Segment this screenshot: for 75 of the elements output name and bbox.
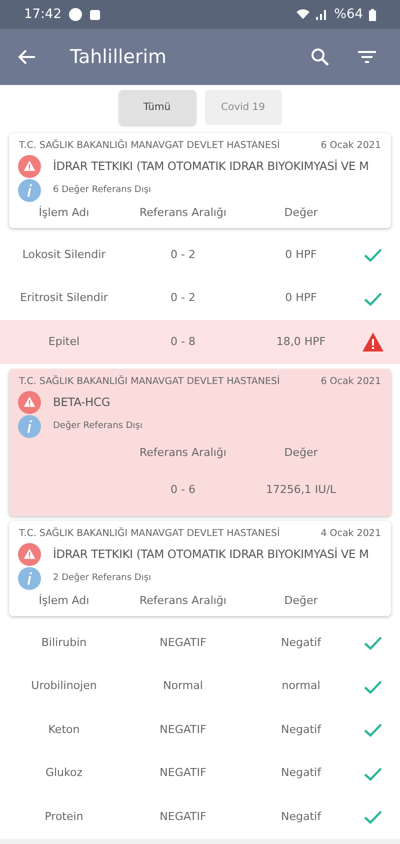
result-card[interactable]: T.C. SAĞLIK BAKANLIĞI MANAVGAT DEVLET HASTANESİ 6 Ocak 2021 İDRAR TETKIKI (TAM OTOMATIK IDRAR BIYOKIMYASİ VE M 6 Değer Referans Dışı İşlem Adı Referans Aralığı Değer xyxy=(9,133,391,228)
reference-range: NEGATIF xyxy=(160,765,206,782)
warning-icon xyxy=(18,543,41,566)
result-value: Negatif xyxy=(281,634,321,651)
out-of-range-summary: Değer Referans Dışı xyxy=(53,420,142,433)
result-value: 17256,1 IU/L xyxy=(266,482,336,498)
test-name: Protein xyxy=(44,808,84,825)
reference-range: 0 - 2 xyxy=(170,246,196,263)
battery-icon xyxy=(369,8,376,20)
test-name: Epitel xyxy=(48,334,80,350)
test-title: BETA-HCG xyxy=(53,394,110,411)
result-value: Negatif xyxy=(281,765,321,782)
warning-icon xyxy=(362,332,384,352)
back-arrow-icon[interactable] xyxy=(18,49,36,65)
test-name: Eritrosit Silendir xyxy=(20,290,108,306)
reference-range: NEGATIF xyxy=(160,722,206,738)
result-value: 0 HPF xyxy=(285,246,317,263)
reference-range: 0 - 8 xyxy=(170,334,196,350)
filter-icon[interactable] xyxy=(358,50,376,64)
battery-percent: %64 xyxy=(334,6,363,24)
result-date: 6 Ocak 2021 xyxy=(320,374,381,389)
check-icon xyxy=(363,678,383,694)
test-name: Lokosit Silendir xyxy=(22,246,106,263)
reference-range: NEGATIF xyxy=(160,634,206,651)
info-icon xyxy=(18,415,41,438)
check-icon xyxy=(363,722,383,738)
result-row[interactable]: Epitel 0 - 8 18,0 HPF xyxy=(0,320,400,364)
reference-range: 0 - 6 xyxy=(170,482,196,498)
check-icon xyxy=(363,247,383,263)
clock: 17:42 xyxy=(24,6,62,24)
check-icon xyxy=(363,766,383,782)
check-icon xyxy=(363,809,383,825)
column-header: Referans Aralığı xyxy=(140,444,226,461)
out-of-range-summary: 2 Değer Referans Dışı xyxy=(53,572,152,585)
column-header: İşlem Adı xyxy=(38,205,90,221)
column-header: Referans Aralığı xyxy=(140,593,226,609)
filter-tab[interactable]: Covid 19 xyxy=(204,90,282,125)
result-date: 6 Ocak 2021 xyxy=(320,139,381,153)
info-icon xyxy=(18,179,41,202)
test-name: Keton xyxy=(48,722,80,738)
result-date: 4 Ocak 2021 xyxy=(320,527,381,541)
result-value: 0 HPF xyxy=(285,290,317,306)
signal-icon xyxy=(316,9,328,20)
column-header: Referans Aralığı xyxy=(140,205,226,221)
result-card[interactable]: T.C. SAĞLIK BAKANLIĞI MANAVGAT DEVLET HASTANESİ 4 Ocak 2021 İDRAR TETKIKI (TAM OTOMATIK IDRAR BIYOKIMYASİ VE M 2 Değer Referans Dışı İşlem Adı Referans Aralığı Değer xyxy=(9,521,391,616)
reference-range: Normal xyxy=(163,678,203,694)
test-title: İDRAR TETKIKI (TAM OTOMATIK IDRAR BIYOKIMYASİ VE M xyxy=(53,546,369,564)
info-icon xyxy=(18,567,41,590)
result-value: normal xyxy=(282,678,320,694)
wifi-icon xyxy=(296,9,310,20)
result-value: Negatif xyxy=(281,808,321,825)
reference-range: NEGATIF xyxy=(160,808,206,825)
test-name: Bilirubin xyxy=(41,634,87,651)
hospital-name: T.C. SAĞLIK BAKANLIĞI MANAVGAT DEVLET HASTANESİ xyxy=(19,139,280,153)
warning-icon xyxy=(18,155,41,178)
test-name: Urobilinojen xyxy=(31,678,97,694)
result-value: 18,0 HPF xyxy=(276,334,326,350)
warning-icon xyxy=(18,391,41,414)
search-icon[interactable] xyxy=(311,48,329,66)
column-header: Değer xyxy=(284,444,318,461)
hospital-name: T.C. SAĞLIK BAKANLIĞI MANAVGAT DEVLET HASTANESİ xyxy=(19,527,280,541)
test-name: Glukoz xyxy=(45,765,83,782)
result-value: Negatif xyxy=(281,722,321,738)
check-icon xyxy=(363,290,383,306)
out-of-range-summary: 6 Değer Referans Dışı xyxy=(53,184,152,197)
reference-range: 0 - 2 xyxy=(170,290,196,306)
hospital-name: T.C. SAĞLIK BAKANLIĞI MANAVGAT DEVLET HASTANESİ xyxy=(19,374,280,389)
column-header: İşlem Adı xyxy=(38,593,90,609)
test-title: İDRAR TETKIKI (TAM OTOMATIK IDRAR BIYOKIMYASİ VE M xyxy=(53,158,369,176)
page-title: Tahlillerim xyxy=(70,44,167,70)
check-icon xyxy=(363,635,383,651)
result-card[interactable]: T.C. SAĞLIK BAKANLIĞI MANAVGAT DEVLET HASTANESİ 6 Ocak 2021 BETA-HCG Değer Referans Dışı Referans Aralığı Değer 0 - 6 17256,1 IU/L xyxy=(9,368,391,516)
column-header: Değer xyxy=(284,593,318,609)
filter-tab[interactable]: Tümü xyxy=(118,90,196,125)
column-header: Değer xyxy=(284,205,318,221)
